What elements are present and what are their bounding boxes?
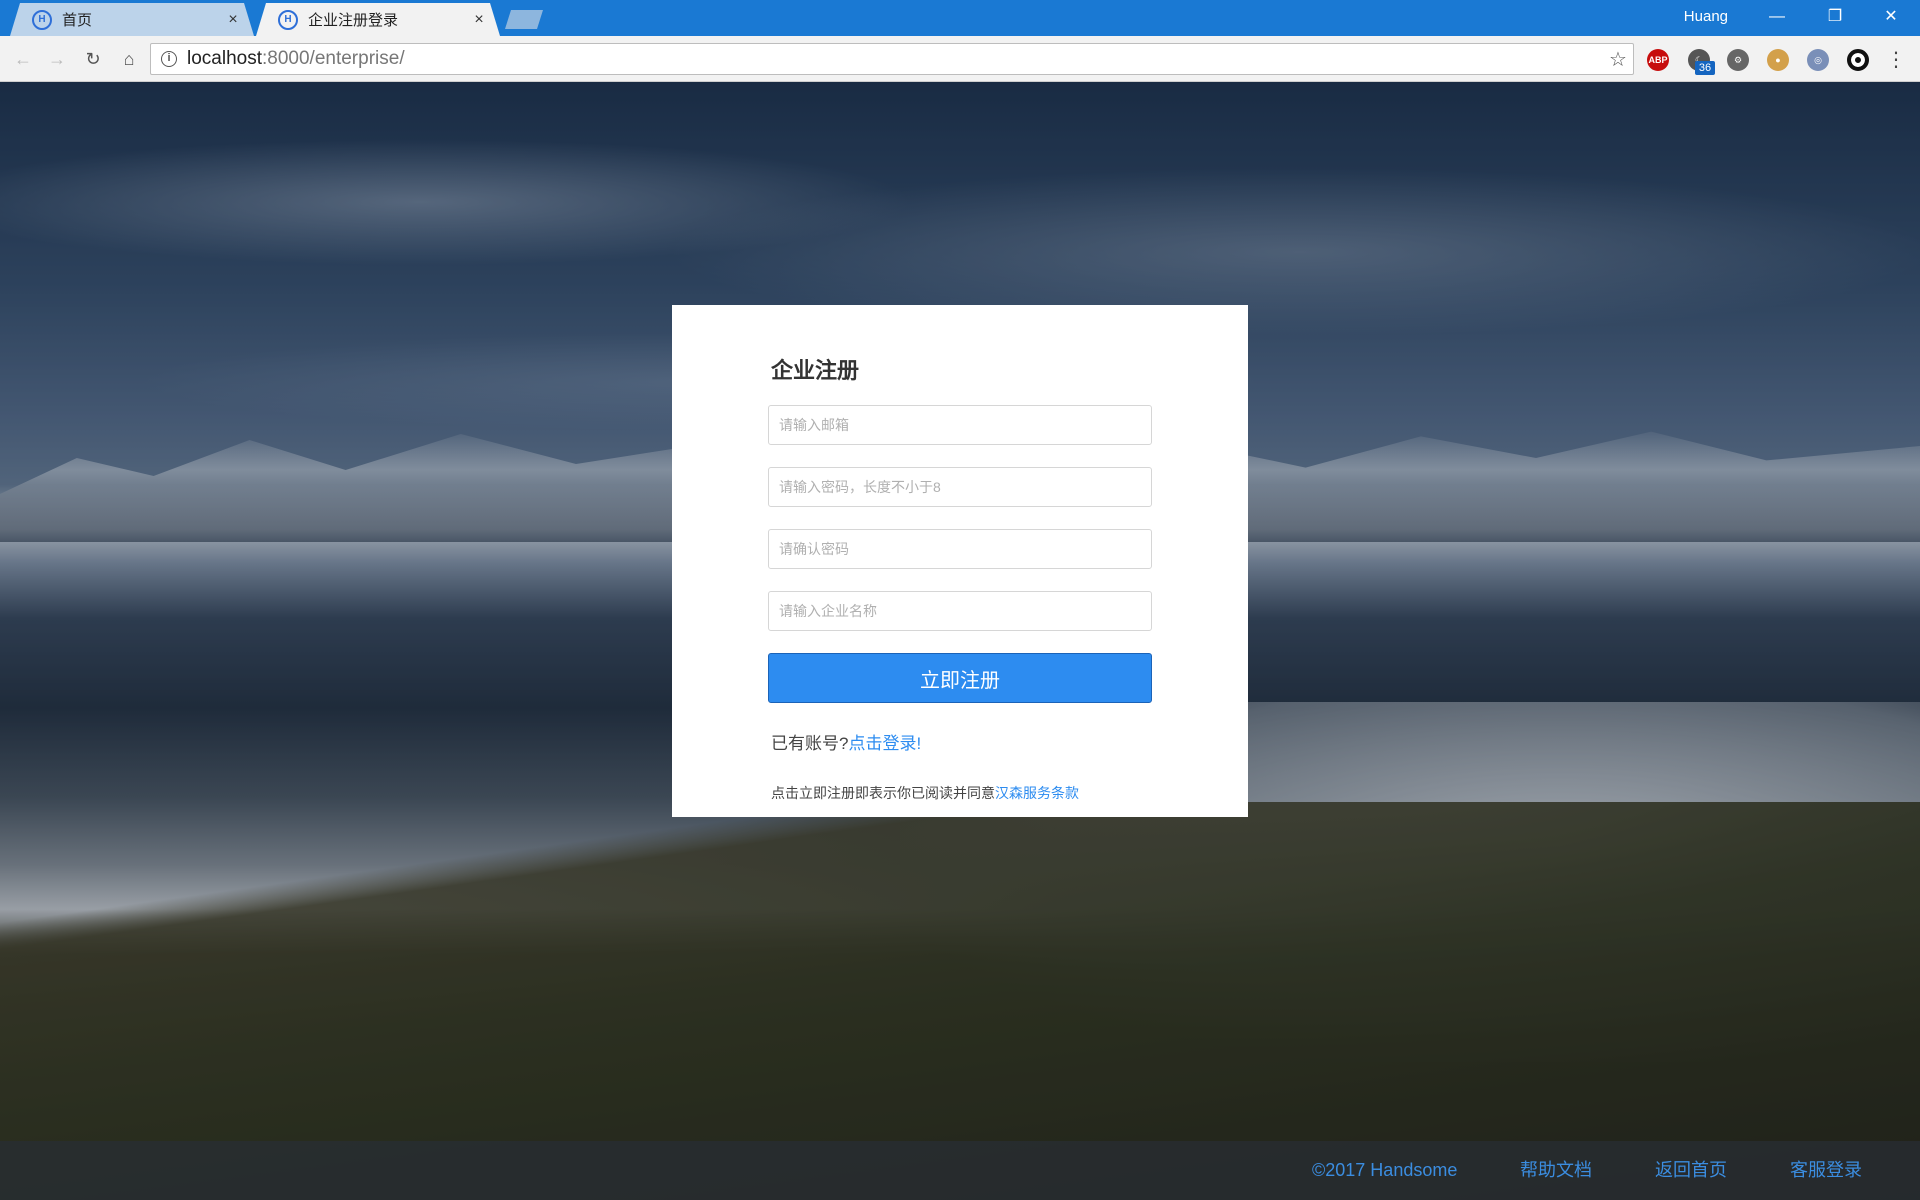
- star-icon[interactable]: ☆: [1603, 47, 1633, 72]
- page-title: 企业注册: [771, 358, 860, 383]
- register-button[interactable]: 立即注册: [768, 653, 1152, 703]
- has-account-text: 已有账号?: [771, 734, 849, 753]
- tab-home[interactable]: H 首页 ×: [10, 3, 254, 36]
- site-favicon-icon: H: [278, 9, 298, 30]
- ring-icon[interactable]: [1847, 49, 1869, 71]
- profile-name[interactable]: Huang: [1684, 0, 1728, 34]
- reload-icon[interactable]: ↻: [78, 44, 108, 74]
- browser-toolbar: ← → ↻ ⌂ i localhost:8000/enterprise/ ☆ A…: [0, 36, 1920, 82]
- terms-text: 点击立即注册即表示你已阅读并同意: [771, 785, 995, 801]
- new-tab-button[interactable]: [505, 10, 543, 29]
- password-field[interactable]: [768, 467, 1152, 507]
- mask-icon[interactable]: ◎: [1807, 49, 1829, 71]
- forward-icon[interactable]: →: [42, 44, 72, 74]
- url-text[interactable]: localhost:8000/enterprise/: [187, 48, 1603, 70]
- email-field[interactable]: [768, 405, 1152, 445]
- menu-icon[interactable]: ⋮: [1885, 48, 1907, 72]
- restore-icon[interactable]: ❐: [1812, 0, 1858, 34]
- url-path: :8000/enterprise/: [262, 48, 405, 69]
- close-icon[interactable]: ×: [224, 11, 242, 29]
- close-icon[interactable]: ×: [470, 11, 488, 29]
- page-footer: ©2017 Handsome 帮助文档 返回首页 客服登录: [0, 1141, 1920, 1200]
- back-icon[interactable]: ←: [8, 44, 38, 74]
- terms-notice: 点击立即注册即表示你已阅读并同意汉森服务条款: [771, 783, 1079, 803]
- help-docs-link[interactable]: 帮助文档: [1520, 1141, 1592, 1200]
- tab-enterprise-register[interactable]: H 企业注册登录 ×: [256, 3, 500, 36]
- terms-link[interactable]: 汉森服务条款: [995, 785, 1079, 801]
- tab-title: 企业注册登录: [308, 12, 399, 29]
- login-prompt: 已有账号?点击登录!: [771, 729, 921, 754]
- address-bar[interactable]: i localhost:8000/enterprise/ ☆: [150, 43, 1634, 75]
- info-icon[interactable]: i: [161, 51, 177, 67]
- home-icon[interactable]: ⌂: [114, 44, 144, 74]
- extension-badge: 36: [1695, 61, 1715, 75]
- gear-icon[interactable]: ⚙: [1727, 49, 1749, 71]
- support-login-link[interactable]: 客服登录: [1790, 1141, 1862, 1200]
- adblock-icon[interactable]: ABP: [1647, 49, 1669, 71]
- site-favicon-icon: H: [32, 9, 52, 30]
- cookie-icon[interactable]: ●: [1767, 49, 1789, 71]
- page-viewport: 企业注册 立即注册 已有账号?点击登录! 点击立即注册即表示你已阅读并同意汉森服…: [0, 82, 1920, 1200]
- register-card: 企业注册 立即注册 已有账号?点击登录! 点击立即注册即表示你已阅读并同意汉森服…: [672, 305, 1248, 817]
- url-host: localhost: [187, 48, 262, 69]
- window-close-icon[interactable]: ✕: [1868, 0, 1914, 34]
- company-name-field[interactable]: [768, 591, 1152, 631]
- tab-title: 首页: [62, 12, 93, 29]
- browser-titlebar: H 首页 × H 企业注册登录 × Huang — ❐ ✕: [0, 0, 1920, 36]
- confirm-password-field[interactable]: [768, 529, 1152, 569]
- copyright-link[interactable]: ©2017 Handsome: [1312, 1141, 1457, 1200]
- login-link[interactable]: 点击登录!: [848, 734, 921, 753]
- minimize-icon[interactable]: —: [1754, 0, 1800, 34]
- back-home-link[interactable]: 返回首页: [1655, 1141, 1727, 1200]
